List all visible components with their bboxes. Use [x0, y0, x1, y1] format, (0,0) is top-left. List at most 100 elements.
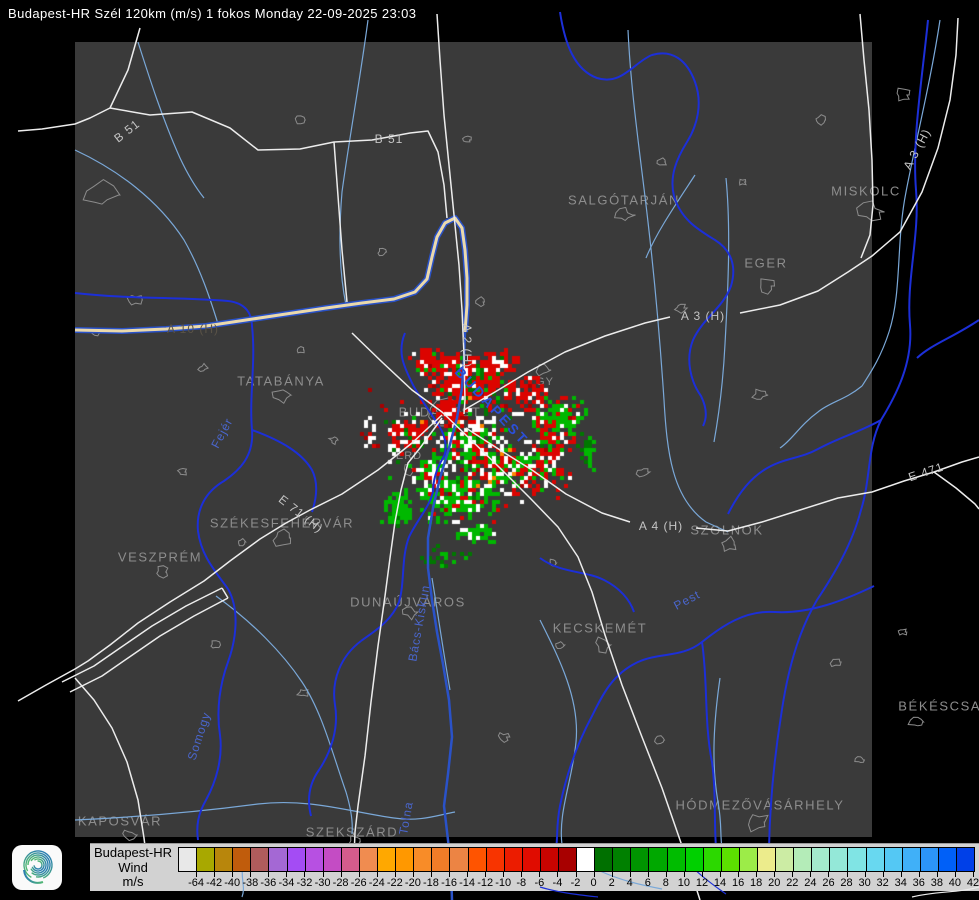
legend-color-box: [703, 848, 721, 871]
legend-color-box: [558, 848, 576, 871]
legend-tick-label: 30: [858, 877, 870, 889]
legend-tick-label: -14: [459, 877, 475, 889]
legend-tick-label: 20: [768, 877, 780, 889]
legend-color-box: [829, 848, 847, 871]
legend-color-box: [179, 848, 196, 871]
legend-tick-label: 32: [877, 877, 889, 889]
legend-color-box: [504, 848, 522, 871]
legend-color-box: [775, 848, 793, 871]
road-label-a-3-h-: A 3 (H): [900, 126, 933, 172]
page-title: Budapest-HR Szél 120km (m/s) 1 fokos Mon…: [8, 6, 416, 21]
legend-tick-label: 16: [732, 877, 744, 889]
legend-tick-label: -64: [188, 877, 204, 889]
legend-tick-label: -2: [571, 877, 581, 889]
legend-color-box: [685, 848, 703, 871]
legend-color-box: [811, 848, 829, 871]
legend-tick-label: -8: [516, 877, 526, 889]
legend-tick-label: 14: [714, 877, 726, 889]
legend-color-box: [920, 848, 938, 871]
legend-tick-label: 38: [931, 877, 943, 889]
legend-color-box: [847, 848, 865, 871]
legend-tick-label: 18: [750, 877, 762, 889]
legend-color-box: [431, 848, 449, 871]
legend-tick-label: 6: [645, 877, 651, 889]
legend-tick-label: -24: [369, 877, 385, 889]
radar-image: Budapest-HR Szél 120km (m/s) 1 fokos Mon…: [0, 0, 979, 900]
county-label-tolna: Tolna: [396, 800, 416, 836]
legend-color-box: [214, 848, 232, 871]
legend-tick-label: -32: [297, 877, 313, 889]
road-label-a-2-h-: A 2 (H): [460, 324, 474, 368]
legend-tick-label: 28: [840, 877, 852, 889]
legend-title-block: Budapest-HR Wind m/s: [88, 846, 178, 890]
legend-color-box: [323, 848, 341, 871]
road-label-a-4-h-: A 4 (H): [639, 519, 683, 533]
legend-tick-label: -28: [333, 877, 349, 889]
legend-color-box: [956, 848, 974, 871]
legend-color-box: [287, 848, 305, 871]
legend-tick-label: 24: [804, 877, 816, 889]
legend-tick-label: 40: [949, 877, 961, 889]
legend-color-box: [902, 848, 920, 871]
county-label-b-cs-kiskun: Bács-Kiskun: [405, 584, 432, 663]
legend-color-box: [540, 848, 558, 871]
legend-color-box: [648, 848, 666, 871]
legend-color-box: [305, 848, 323, 871]
legend-color-box: [576, 848, 594, 871]
legend-tick-label: -12: [477, 877, 493, 889]
legend-color-box: [630, 848, 648, 871]
map-text-labels-layer: B 51B 51A 3 (H)A 3 (H)A 10 (H)A 2 (H)A 4…: [0, 0, 979, 845]
road-label-b-51: B 51: [111, 117, 142, 146]
legend-color-box: [395, 848, 413, 871]
legend-color-box: [486, 848, 504, 871]
county-label-pest: Pest: [671, 587, 702, 613]
legend-bar: Budapest-HR Wind m/s -64-42-40-38-36-34-…: [0, 843, 979, 900]
legend-tick-label: 36: [913, 877, 925, 889]
legend-tick-label: 22: [786, 877, 798, 889]
legend-tick-label: 10: [678, 877, 690, 889]
legend-radar-name: Budapest-HR: [88, 846, 178, 861]
legend-color-box: [250, 848, 268, 871]
legend-tick-label: -6: [534, 877, 544, 889]
legend-tick-label: 12: [696, 877, 708, 889]
legend-tick-label: -4: [553, 877, 563, 889]
legend-color-box: [196, 848, 214, 871]
legend-tick-label: -38: [242, 877, 258, 889]
legend-color-box: [377, 848, 395, 871]
legend-color-box: [522, 848, 540, 871]
legend-tick-label: -30: [315, 877, 331, 889]
legend-color-box: [468, 848, 486, 871]
legend-tick-label: -20: [405, 877, 421, 889]
legend-color-box: [721, 848, 739, 871]
legend-unit: m/s: [88, 875, 178, 890]
legend-color-box: [359, 848, 377, 871]
legend-tick-label: 4: [627, 877, 633, 889]
legend-color-strip: [178, 847, 975, 872]
legend-product: Wind: [88, 861, 178, 876]
legend-tick-label: -16: [441, 877, 457, 889]
legend-tick-label: -36: [260, 877, 276, 889]
met-service-spiral-logo: [12, 845, 62, 890]
legend-color-box: [793, 848, 811, 871]
legend-tick-label: 0: [591, 877, 597, 889]
road-label-a-3-h-: A 3 (H): [681, 309, 725, 323]
legend-tick-label: 2: [609, 877, 615, 889]
road-label-a-10-h-: A 10 (H): [167, 322, 219, 336]
legend-tick-label: 8: [663, 877, 669, 889]
legend-color-box: [341, 848, 359, 871]
legend-color-box: [232, 848, 250, 871]
legend-color-box: [449, 848, 467, 871]
legend-color-box: [938, 848, 956, 871]
legend-tick-label: -40: [224, 877, 240, 889]
legend-tick-label: -10: [495, 877, 511, 889]
legend-color-box: [667, 848, 685, 871]
county-label-somogy: Somogy: [185, 710, 214, 762]
legend-color-box: [884, 848, 902, 871]
water-label-budapest: BUDAPEST: [452, 364, 533, 449]
legend-tick-label: 42: [967, 877, 979, 889]
legend-color-box: [757, 848, 775, 871]
legend-tick-label: 34: [895, 877, 907, 889]
legend-tick-label: -26: [351, 877, 367, 889]
legend-tick-label: -18: [423, 877, 439, 889]
legend-tick-label: -42: [206, 877, 222, 889]
